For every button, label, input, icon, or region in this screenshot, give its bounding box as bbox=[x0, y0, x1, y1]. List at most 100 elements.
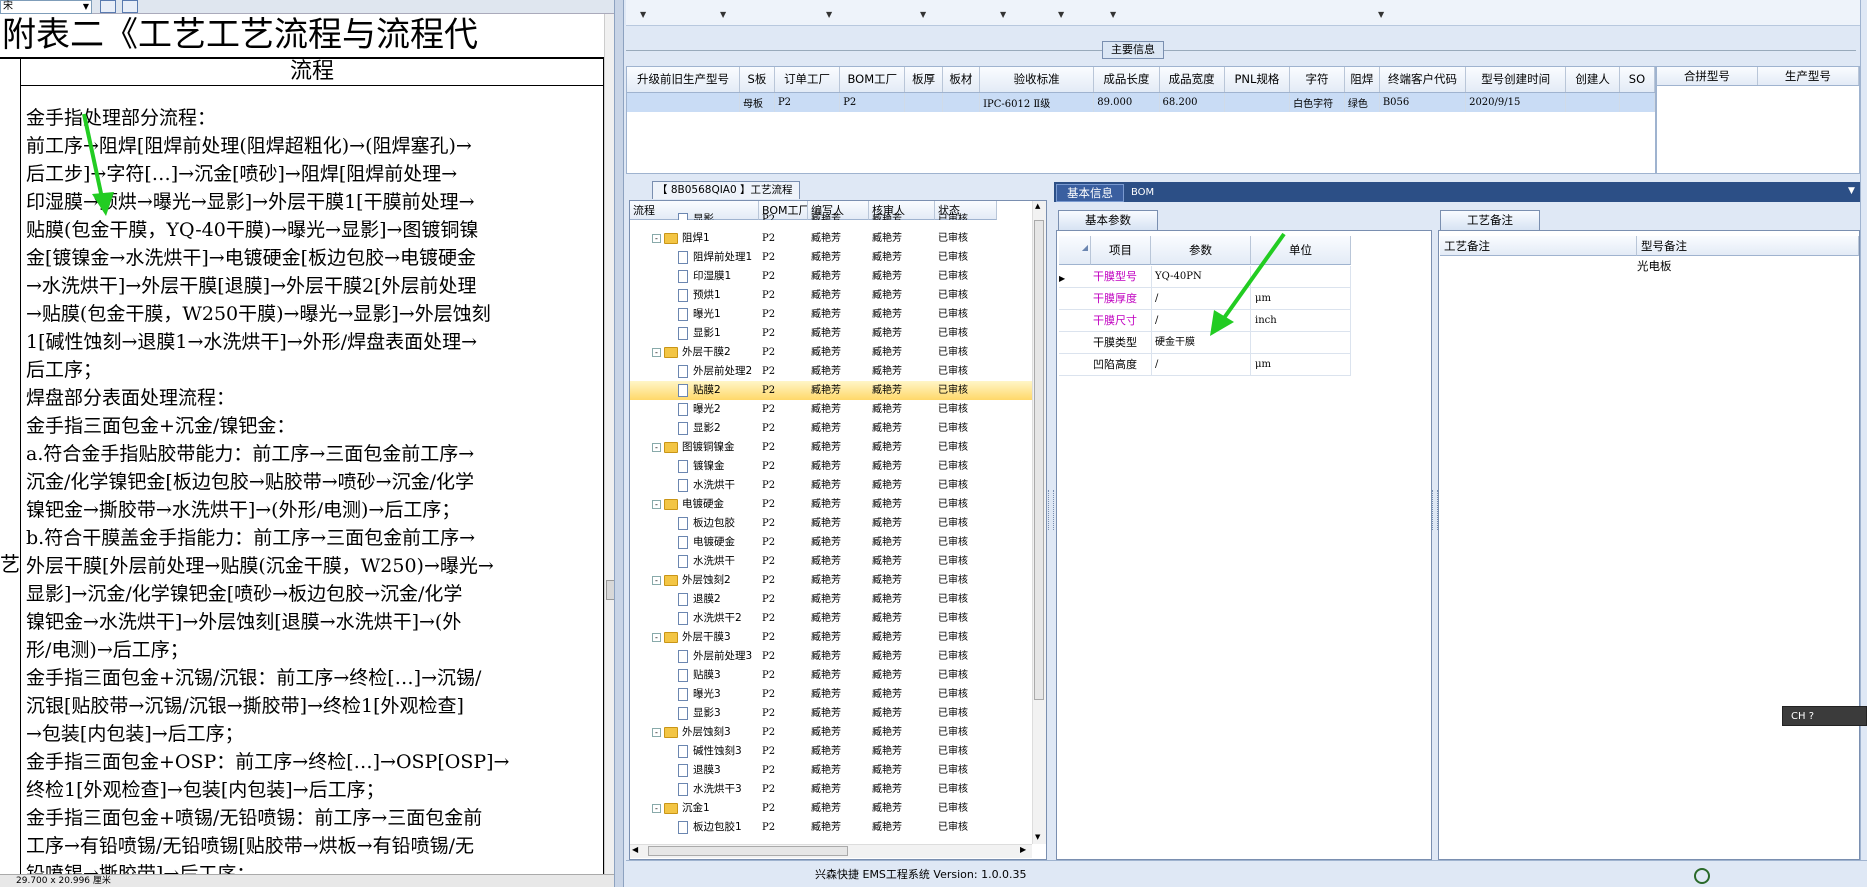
tab-process-remarks[interactable]: 工艺备注 bbox=[1440, 210, 1540, 230]
dropdown-arrow-icon[interactable]: ▼ bbox=[720, 10, 726, 19]
tree-row[interactable]: - 外层蚀刻3 P2 臧艳芳 臧艳芳 已审核 bbox=[630, 723, 1032, 742]
main-info-col-header[interactable]: 型号创建时间 bbox=[1465, 67, 1567, 93]
collapse-icon[interactable]: - bbox=[652, 234, 661, 243]
tree-row[interactable]: - 阻焊1 P2 臧艳芳 臧艳芳 已审核 bbox=[630, 229, 1032, 248]
remarks-col-process[interactable]: 工艺备注 bbox=[1440, 236, 1637, 256]
main-info-col-header[interactable]: 成品长度 bbox=[1093, 67, 1160, 93]
font-combo[interactable]: 宋 ▼ bbox=[0, 0, 92, 14]
dropdown-arrow-icon[interactable]: ▼ bbox=[640, 10, 646, 19]
main-info-cell[interactable]: P2 bbox=[839, 92, 906, 112]
tree-row[interactable]: 显影3 P2 臧艳芳 臧艳芳 已审核 bbox=[630, 704, 1032, 723]
tree-row[interactable]: 印湿膜1 P2 臧艳芳 臧艳芳 已审核 bbox=[630, 267, 1032, 286]
tree-row[interactable]: 板边包胶1 P2 臧艳芳 臧艳芳 已审核 bbox=[630, 818, 1032, 837]
window-splitter[interactable] bbox=[614, 0, 624, 887]
collapse-icon[interactable]: - bbox=[652, 804, 661, 813]
main-info-cell[interactable]: IPC-6012 Ⅱ级 bbox=[979, 92, 1095, 112]
main-info-col-header[interactable]: 升级前旧生产型号 bbox=[627, 67, 740, 93]
dropdown-arrow-icon[interactable]: ▼ bbox=[1110, 10, 1116, 19]
tree-row[interactable]: 电镀硬金 P2 臧艳芳 臧艳芳 已审核 bbox=[630, 533, 1032, 552]
model-remark-value[interactable]: 光电板 bbox=[1637, 258, 1672, 274]
help-icon[interactable]: ? bbox=[1809, 711, 1814, 722]
main-info-cell[interactable]: 绿色 bbox=[1344, 92, 1380, 112]
tree-row[interactable]: 水洗烘干 P2 臧艳芳 臧艳芳 已审核 bbox=[630, 552, 1032, 571]
scroll-up-icon[interactable]: ▲ bbox=[1035, 202, 1040, 210]
dropdown-arrow-icon[interactable]: ▼ bbox=[1058, 10, 1064, 19]
clock-icon[interactable] bbox=[1694, 868, 1710, 884]
tree-row[interactable]: 显影1 P2 臧艳芳 臧艳芳 已审核 bbox=[630, 324, 1032, 343]
tree-row[interactable]: 曝光2 P2 臧艳芳 臧艳芳 已审核 bbox=[630, 400, 1032, 419]
param-row[interactable]: 干膜厚度 / μm bbox=[1059, 288, 1351, 310]
tree-row[interactable]: - 外层干膜2 P2 臧艳芳 臧艳芳 已审核 bbox=[630, 343, 1032, 362]
tree-scroll-thumb[interactable] bbox=[1034, 220, 1044, 700]
main-info-cell[interactable] bbox=[627, 92, 740, 112]
tree-row[interactable]: 板边包胶 P2 臧艳芳 臧艳芳 已审核 bbox=[630, 514, 1032, 533]
tree-row[interactable]: 镀镍金 P2 臧艳芳 臧艳芳 已审核 bbox=[630, 457, 1032, 476]
tree-row[interactable]: 显影2 P2 臧艳芳 臧艳芳 已审核 bbox=[630, 419, 1032, 438]
main-info-cell[interactable]: 白色字符 bbox=[1289, 92, 1345, 112]
tree-row[interactable]: 阻焊前处理1 P2 臧艳芳 臧艳芳 已审核 bbox=[630, 248, 1032, 267]
scroll-down-icon[interactable]: ▼ bbox=[1035, 833, 1040, 841]
dropdown-arrow-icon[interactable]: ▼ bbox=[920, 10, 926, 19]
main-info-col-header[interactable]: 板厚 bbox=[904, 67, 943, 93]
tree-row[interactable]: 曝光1 P2 臧艳芳 臧艳芳 已审核 bbox=[630, 305, 1032, 324]
collapse-icon[interactable]: - bbox=[652, 576, 661, 585]
main-info-col-header[interactable]: BOM工厂 bbox=[839, 67, 906, 93]
params-col-item[interactable]: 项目 bbox=[1091, 236, 1151, 265]
main-info-col-header[interactable]: 创建人 bbox=[1565, 67, 1620, 93]
collapse-icon[interactable]: - bbox=[652, 443, 661, 452]
main-info-cell[interactable]: B056 bbox=[1379, 92, 1467, 112]
dropdown-arrow-icon[interactable]: ▼ bbox=[826, 10, 832, 19]
scroll-left-icon[interactable]: ◀ bbox=[632, 845, 638, 854]
main-info-col-header[interactable]: 字符 bbox=[1289, 67, 1345, 93]
main-info-col-header[interactable]: SO bbox=[1619, 67, 1656, 93]
param-row[interactable]: 凹陷高度 / μm bbox=[1059, 354, 1351, 376]
tree-row[interactable]: 外层前处理2 P2 臧艳芳 臧艳芳 已审核 bbox=[630, 362, 1032, 381]
param-value[interactable]: / bbox=[1151, 354, 1251, 375]
main-info-col-header[interactable]: 验收标准 bbox=[979, 67, 1095, 93]
param-row[interactable]: 干膜尺寸 / inch bbox=[1059, 310, 1351, 332]
main-info-cell[interactable] bbox=[904, 92, 943, 112]
tree-row[interactable]: - 外层干膜3 P2 臧艳芳 臧艳芳 已审核 bbox=[630, 628, 1032, 647]
tab-basic-info[interactable]: 基本信息 bbox=[1056, 184, 1124, 202]
side-info-col-header[interactable]: 生产型号 bbox=[1757, 67, 1860, 86]
main-info-col-header[interactable]: PNL规格 bbox=[1224, 67, 1291, 93]
tree-row[interactable]: 水洗烘干2 P2 臧艳芳 臧艳芳 已审核 bbox=[630, 609, 1032, 628]
collapse-icon[interactable]: - bbox=[652, 633, 661, 642]
main-info-cell[interactable]: 2020/9/15 bbox=[1465, 92, 1567, 112]
params-col-value[interactable]: 参数 bbox=[1151, 236, 1251, 265]
main-info-cell[interactable]: 68.200 bbox=[1159, 92, 1225, 112]
main-info-col-header[interactable]: 阻焊 bbox=[1344, 67, 1380, 93]
scroll-right-icon[interactable]: ▶ bbox=[1020, 845, 1026, 854]
tree-row[interactable]: 贴膜2 P2 臧艳芳 臧艳芳 已审核 bbox=[630, 381, 1032, 400]
main-info-cell[interactable] bbox=[1619, 92, 1656, 112]
collapse-icon[interactable]: - bbox=[652, 500, 661, 509]
main-info-col-header[interactable]: 板材 bbox=[942, 67, 981, 93]
main-info-col-header[interactable]: 终端客户代码 bbox=[1379, 67, 1467, 93]
tree-row[interactable]: 外层前处理3 P2 臧艳芳 臧艳芳 已审核 bbox=[630, 647, 1032, 666]
main-info-grid[interactable]: 升级前旧生产型号 S板 订单工厂 BOM工厂 板厚 板材 验收标准 成品长度 成品宽度 PNL规格… bbox=[626, 66, 1656, 174]
document-icon[interactable] bbox=[100, 0, 116, 13]
tab-dropdown-icon[interactable]: ▼ bbox=[1848, 186, 1855, 196]
main-info-cell[interactable]: P2 bbox=[774, 92, 841, 112]
tree-row[interactable]: - 电镀硬金 P2 臧艳芳 臧艳芳 已审核 bbox=[630, 495, 1032, 514]
tab-process-flow[interactable]: 【 8B0568QIA0 】工艺流程 bbox=[652, 181, 800, 199]
tree-row[interactable]: 退膜3 P2 臧艳芳 臧艳芳 已审核 bbox=[630, 761, 1032, 780]
tree-hscroll-thumb[interactable] bbox=[648, 846, 848, 856]
tree-row[interactable]: 水洗烘干 P2 臧艳芳 臧艳芳 已审核 bbox=[630, 476, 1032, 495]
remarks-col-model[interactable]: 型号备注 bbox=[1637, 236, 1859, 256]
collapse-icon[interactable]: - bbox=[652, 728, 661, 737]
tree-row[interactable]: - 外层蚀刻2 P2 臧艳芳 臧艳芳 已审核 bbox=[630, 571, 1032, 590]
dropdown-arrow-icon[interactable]: ▼ bbox=[1000, 10, 1006, 19]
tree-row[interactable]: 曝光3 P2 臧艳芳 臧艳芳 已审核 bbox=[630, 685, 1032, 704]
param-row[interactable]: 干膜型号 YQ-40PN bbox=[1059, 266, 1351, 288]
panel-splitter[interactable] bbox=[1432, 490, 1438, 530]
tree-row[interactable]: 碱性蚀刻3 P2 臧艳芳 臧艳芳 已审核 bbox=[630, 742, 1032, 761]
chevron-down-icon[interactable]: ▼ bbox=[83, 1, 89, 13]
tree-row[interactable]: - 沉金1 P2 臧艳芳 臧艳芳 已审核 bbox=[630, 799, 1032, 818]
main-info-cell[interactable]: 母板 bbox=[739, 92, 775, 112]
main-info-cell[interactable] bbox=[942, 92, 981, 112]
tree-row[interactable]: 水洗烘干3 P2 臧艳芳 臧艳芳 已审核 bbox=[630, 780, 1032, 799]
tab-bom[interactable]: BOM bbox=[1128, 184, 1168, 202]
tree-row[interactable]: - 图镀铜镍金 P2 臧艳芳 臧艳芳 已审核 bbox=[630, 438, 1032, 457]
side-info-col-header[interactable]: 合拼型号 bbox=[1657, 67, 1758, 86]
